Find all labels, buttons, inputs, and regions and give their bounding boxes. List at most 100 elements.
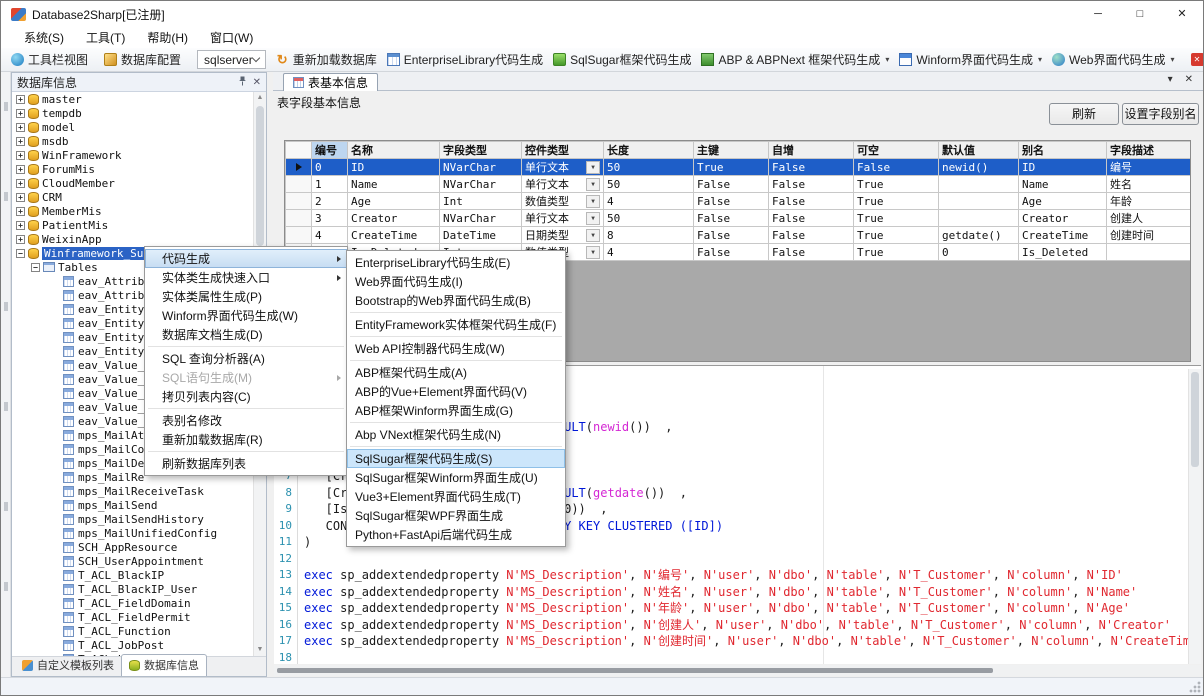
grid-cell[interactable]: 单行文本▼ — [522, 210, 604, 227]
toolbar-button[interactable]: Web界面代码生成▾ — [1047, 49, 1179, 71]
grid-cell[interactable]: 编号 — [1107, 159, 1191, 176]
tree-item[interactable]: T_ACL_FieldPermit — [13, 610, 252, 624]
submenu-item[interactable]: Bootstrap的Web界面代码生成(B) — [347, 291, 565, 310]
horizontal-scrollbar-thumb[interactable] — [277, 668, 993, 673]
grid-cell[interactable]: 50 — [604, 176, 694, 193]
grid-cell[interactable]: False — [694, 244, 769, 261]
column-header[interactable]: 控件类型 — [522, 142, 604, 159]
expand-plus-icon[interactable]: + — [16, 193, 25, 202]
grid-cell[interactable]: Age — [1019, 193, 1107, 210]
menubar-item[interactable]: 工具(T) — [75, 29, 136, 46]
submenu-item[interactable]: Web界面代码生成(I) — [347, 272, 565, 291]
grid-cell[interactable]: Int — [440, 193, 522, 210]
expand-plus-icon[interactable]: + — [16, 165, 25, 174]
submenu-item[interactable]: SqlSugar框架代码生成(S) — [347, 449, 565, 468]
grid-cell[interactable]: 50 — [604, 159, 694, 176]
column-header[interactable]: 可空 — [854, 142, 939, 159]
toolbar-button[interactable]: Winform界面代码生成▾ — [894, 49, 1047, 71]
pin-icon[interactable] — [238, 76, 247, 89]
panel-close-icon[interactable]: ✕ — [253, 77, 261, 88]
tab-list-dropdown-icon[interactable]: ▾ — [1168, 74, 1173, 85]
cell-dropdown-icon[interactable]: ▼ — [586, 246, 600, 259]
grid-row[interactable]: 4CreateTimeDateTime日期类型▼8FalseFalseTrueg… — [286, 227, 1191, 244]
toolbar-button[interactable]: ABP & ABPNext 框架代码生成▾ — [696, 49, 894, 71]
database-type-combobox[interactable]: sqlserver — [197, 50, 266, 69]
set-field-alias-button[interactable]: 设置字段别名 — [1122, 103, 1199, 125]
tree-item[interactable]: mps_MailSend — [13, 498, 252, 512]
minimize-button[interactable]: ─ — [1077, 1, 1119, 27]
submenu-item[interactable]: ABP框架Winform界面生成(G) — [347, 401, 565, 420]
grid-cell[interactable]: 3 — [312, 210, 348, 227]
grid-cell[interactable]: NVarChar — [440, 210, 522, 227]
submenu-item[interactable]: SqlSugar框架WPF界面生成 — [347, 506, 565, 525]
grid-row[interactable]: 1NameNVarChar单行文本▼50FalseFalseTrueName姓名 — [286, 176, 1191, 193]
code-line[interactable]: 13exec sp_addextendedproperty N'MS_Descr… — [274, 567, 1188, 584]
resize-grip[interactable] — [1188, 680, 1201, 693]
tree-item[interactable]: T_ACL_BlackIP — [13, 568, 252, 582]
grid-row[interactable]: 2AgeInt数值类型▼4FalseFalseTrueAge年龄 — [286, 193, 1191, 210]
expand-plus-icon[interactable]: + — [16, 235, 25, 244]
tree-item[interactable]: +WinFramework — [13, 148, 252, 162]
context-menu-item[interactable]: 表别名修改 — [145, 411, 347, 430]
toolbar-button[interactable]: EnterpriseLibrary代码生成 — [382, 49, 548, 71]
grid-cell[interactable]: CreateTime — [348, 227, 440, 244]
tree-item[interactable]: +CloudMember — [13, 176, 252, 190]
toolbar-button[interactable]: ✕退出 — [1186, 49, 1204, 71]
menubar-item[interactable]: 帮助(H) — [136, 29, 199, 46]
expand-plus-icon[interactable]: + — [16, 137, 25, 146]
grid-cell[interactable]: 8 — [604, 227, 694, 244]
grid-cell[interactable] — [1107, 244, 1191, 261]
grid-cell[interactable] — [939, 210, 1019, 227]
grid-cell[interactable]: True — [854, 227, 939, 244]
grid-cell[interactable]: NVarChar — [440, 176, 522, 193]
context-menu-item[interactable]: 代码生成 — [145, 249, 347, 268]
submenu-item[interactable]: Web API控制器代码生成(W) — [347, 339, 565, 358]
tree-item[interactable]: SCH_UserAppointment — [13, 554, 252, 568]
editor-horizontal-scrollbar[interactable] — [274, 665, 1201, 676]
maximize-button[interactable]: □ — [1119, 1, 1161, 27]
column-header[interactable]: 字段类型 — [440, 142, 522, 159]
collapse-minus-icon[interactable]: − — [31, 263, 40, 272]
grid-cell[interactable]: 50 — [604, 210, 694, 227]
grid-cell[interactable]: True — [854, 193, 939, 210]
column-header[interactable]: 自增 — [769, 142, 854, 159]
grid-cell[interactable]: True — [854, 176, 939, 193]
column-header[interactable]: 长度 — [604, 142, 694, 159]
grid-cell[interactable]: 4 — [312, 227, 348, 244]
context-menu-item[interactable]: 数据库文档生成(D) — [145, 325, 347, 344]
cell-dropdown-icon[interactable]: ▼ — [586, 195, 600, 208]
grid-cell[interactable]: 数值类型▼ — [522, 193, 604, 210]
cell-dropdown-icon[interactable]: ▼ — [586, 178, 600, 191]
panel-tab-active[interactable]: 数据库信息 — [121, 654, 207, 676]
expand-plus-icon[interactable]: + — [16, 221, 25, 230]
tree-item[interactable]: +tempdb — [13, 106, 252, 120]
grid-cell[interactable]: 创建时间 — [1107, 227, 1191, 244]
grid-cell[interactable]: False — [694, 193, 769, 210]
context-menu-item[interactable]: 实体类属性生成(P) — [145, 287, 347, 306]
submenu-item[interactable]: EnterpriseLibrary代码生成(E) — [347, 253, 565, 272]
context-menu-item[interactable]: 拷贝列表内容(C) — [145, 387, 347, 406]
tree-item[interactable]: +MemberMis — [13, 204, 252, 218]
column-header[interactable]: 编号 — [312, 142, 348, 159]
grid-cell[interactable]: True — [694, 159, 769, 176]
row-selector-cell[interactable] — [286, 159, 312, 176]
grid-cell[interactable]: False — [769, 227, 854, 244]
grid-cell[interactable]: 日期类型▼ — [522, 227, 604, 244]
context-menu-item[interactable]: 刷新数据库列表 — [145, 454, 347, 473]
grid-cell[interactable]: ID — [1019, 159, 1107, 176]
submenu-item[interactable]: Vue3+Element界面代码生成(T) — [347, 487, 565, 506]
grid-cell[interactable]: Age — [348, 193, 440, 210]
grid-cell[interactable]: 0 — [312, 159, 348, 176]
cell-dropdown-icon[interactable]: ▼ — [586, 212, 600, 225]
toolbar-button[interactable]: 数据库配置 — [99, 49, 186, 71]
tree-item[interactable]: T_ACL_BlackIP_User — [13, 582, 252, 596]
grid-cell[interactable]: False — [769, 176, 854, 193]
grid-cell[interactable]: False — [769, 159, 854, 176]
close-button[interactable]: ✕ — [1161, 1, 1203, 27]
expand-plus-icon[interactable]: + — [16, 109, 25, 118]
grid-cell[interactable]: 4 — [604, 193, 694, 210]
column-header[interactable]: 名称 — [348, 142, 440, 159]
grid-cell[interactable]: Creator — [348, 210, 440, 227]
grid-cell[interactable]: 2 — [312, 193, 348, 210]
grid-cell[interactable]: Creator — [1019, 210, 1107, 227]
